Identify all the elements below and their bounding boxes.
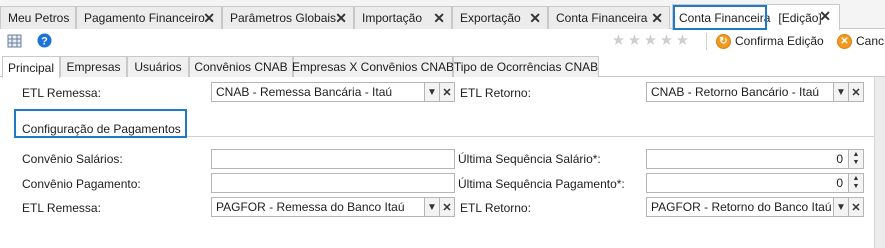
- ultima-seq-pagamento-label: Última Sequência Pagamento*:: [458, 177, 625, 191]
- etl-retorno-label: ETL Retorno:: [460, 86, 531, 100]
- tab-label: Conta Financeira: [679, 10, 771, 25]
- etl-retorno-pagfor-value[interactable]: PAGFOR - Retorno do Banco Itaú: [646, 197, 834, 217]
- close-icon[interactable]: ✕: [819, 8, 831, 24]
- convenio-pagamento-input[interactable]: [211, 173, 455, 193]
- close-icon[interactable]: ✕: [651, 10, 663, 26]
- clear-icon[interactable]: ✕: [440, 82, 455, 102]
- close-icon[interactable]: ✕: [203, 10, 215, 26]
- convenio-pagamento-label: Convênio Pagamento:: [22, 177, 141, 191]
- help-icon[interactable]: ?: [37, 33, 52, 48]
- star-icon[interactable]: ★: [675, 33, 690, 49]
- clear-icon[interactable]: ✕: [849, 197, 864, 217]
- ultima-seq-salario-spinner[interactable]: 0 ▲ ▼: [646, 149, 864, 169]
- etl-remessa-cnab-value[interactable]: CNAB - Remessa Bancária - Itaú: [211, 82, 425, 102]
- tab-label: Principal: [7, 60, 55, 75]
- tab-convenios-cnab[interactable]: Convênios CNAB: [189, 56, 293, 77]
- etl-retorno-pagfor-combo[interactable]: PAGFOR - Retorno do Banco Itaú ▼ ✕: [646, 197, 864, 217]
- etl-retorno-cnab-combo[interactable]: CNAB - Retorno Bancário - Itaú ▼ ✕: [646, 82, 864, 102]
- tab-label-suffix: [Edição]: [778, 10, 822, 25]
- etl-remessa-pagfor-label: ETL Remessa:: [22, 201, 101, 215]
- etl-remessa-label: ETL Remessa:: [22, 86, 101, 100]
- clear-icon[interactable]: ✕: [849, 82, 864, 102]
- tab-parametros-globais[interactable]: Parâmetros Globais ✕: [222, 6, 354, 29]
- tab-label: Meu Petros: [8, 11, 70, 25]
- confirm-edit-label: Confirma Edição: [735, 34, 824, 48]
- etl-remessa-pagfor-combo[interactable]: PAGFOR - Remessa do Banco Itaú ▼ ✕: [211, 197, 455, 217]
- clear-icon[interactable]: ✕: [440, 197, 455, 217]
- tab-label: Importação: [362, 11, 423, 25]
- chevron-down-icon[interactable]: ▼: [425, 197, 440, 217]
- chevron-down-icon[interactable]: ▼: [834, 82, 849, 102]
- etl-retorno-cnab-value[interactable]: CNAB - Retorno Bancário - Itaú: [646, 82, 834, 102]
- tab-empresas-x-convenios-cnab[interactable]: Empresas X Convênios CNAB: [291, 56, 455, 77]
- tab-label: Convênios CNAB: [194, 60, 288, 74]
- close-icon[interactable]: ✕: [335, 10, 347, 26]
- tab-meu-petros[interactable]: Meu Petros: [0, 6, 76, 29]
- tab-principal[interactable]: Principal: [2, 56, 60, 78]
- ultima-seq-pagamento-spinner[interactable]: 0 ▲ ▼: [646, 173, 864, 193]
- group-divider: [17, 136, 874, 137]
- ultima-seq-pagamento-value[interactable]: 0: [646, 173, 849, 193]
- rating-stars[interactable]: ★ ★ ★ ★ ★: [611, 33, 690, 49]
- tab-label: Empresas X Convênios CNAB: [291, 60, 455, 74]
- tab-label: Pagamento Financeiro: [84, 11, 205, 25]
- star-icon[interactable]: ★: [611, 33, 626, 49]
- vertical-scrollbar[interactable]: [874, 77, 885, 248]
- tab-importacao[interactable]: Importação ✕: [354, 6, 452, 29]
- ultima-seq-salario-label: Última Sequência Salário*:: [458, 152, 601, 166]
- etl-remessa-pagfor-value[interactable]: PAGFOR - Remessa do Banco Itaú: [211, 197, 425, 217]
- tab-conta-financeira-edicao[interactable]: Conta Financeira [Edição] ✕: [672, 4, 840, 30]
- tab-pagamento-financeiro[interactable]: Pagamento Financeiro ✕: [76, 6, 222, 29]
- tab-label: Tipo de Ocorrências CNAB: [453, 60, 599, 74]
- close-icon[interactable]: ✕: [433, 10, 445, 26]
- tab-empresas[interactable]: Empresas: [60, 56, 127, 77]
- star-icon[interactable]: ★: [627, 33, 642, 49]
- tab-tipo-ocorrencias-cnab[interactable]: Tipo de Ocorrências CNAB: [453, 56, 599, 77]
- star-icon[interactable]: ★: [643, 33, 658, 49]
- convenio-salarios-label: Convênio Salários:: [22, 152, 123, 166]
- toolbar-separator: [706, 33, 707, 50]
- convenio-salarios-input[interactable]: [211, 149, 455, 169]
- sub-tab-bar: Principal Empresas Usuários Convênios CN…: [0, 56, 885, 78]
- chevron-down-icon[interactable]: ▼: [425, 82, 440, 102]
- ultima-seq-salario-value[interactable]: 0: [646, 149, 849, 169]
- tab-conta-financeira[interactable]: Conta Financeira ✕: [548, 6, 670, 29]
- tab-label: Conta Financeira: [556, 11, 648, 25]
- cancel-circle-icon: ✕: [837, 33, 852, 49]
- grid-icon[interactable]: [7, 33, 23, 49]
- tab-exportacao[interactable]: Exportação ✕: [452, 6, 548, 29]
- spinner-arrows-icon[interactable]: ▲ ▼: [849, 149, 864, 169]
- chevron-down-icon[interactable]: ▼: [834, 197, 849, 217]
- svg-text:?: ?: [41, 36, 48, 48]
- tab-label: Usuários: [134, 60, 182, 74]
- cancel-button[interactable]: ✕ Canc: [837, 32, 884, 50]
- confirm-edit-button[interactable]: ↻ Confirma Edição: [716, 32, 824, 50]
- tab-label: Exportação: [460, 11, 521, 25]
- spinner-arrows-icon[interactable]: ▲ ▼: [849, 173, 864, 193]
- etl-remessa-cnab-combo[interactable]: CNAB - Remessa Bancária - Itaú ▼ ✕: [211, 82, 455, 102]
- confirm-circle-icon: ↻: [716, 33, 731, 49]
- tab-usuarios[interactable]: Usuários: [127, 56, 189, 77]
- document-tab-bar: Meu Petros Pagamento Financeiro ✕ Parâme…: [0, 0, 885, 30]
- cancel-label: Canc: [856, 34, 885, 48]
- tab-label: Empresas: [66, 60, 121, 74]
- pagamentos-group-title: Configuração de Pagamentos: [22, 122, 181, 136]
- tab-label: Parâmetros Globais: [230, 11, 337, 25]
- close-icon[interactable]: ✕: [529, 10, 541, 26]
- etl-retorno-pagfor-label: ETL Retorno:: [460, 201, 531, 215]
- star-icon[interactable]: ★: [659, 33, 674, 49]
